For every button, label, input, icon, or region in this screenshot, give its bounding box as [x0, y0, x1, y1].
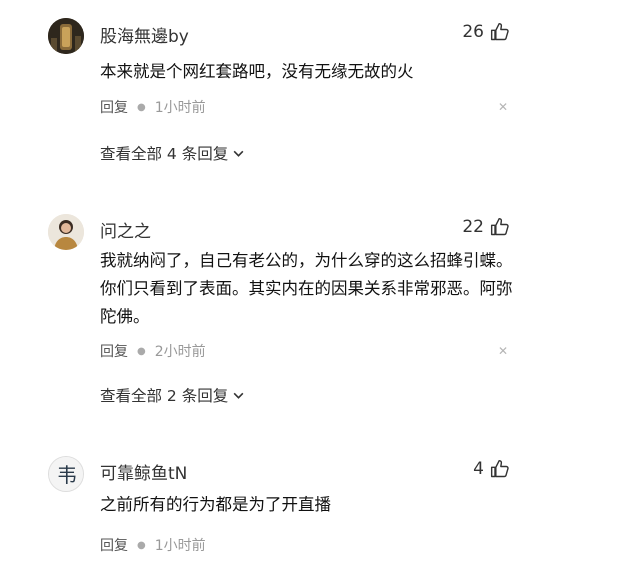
like-count: 22: [462, 217, 484, 237]
thumbs-up-icon: [490, 217, 509, 236]
separator-dot: ●: [137, 101, 146, 113]
timestamp: 1小时前: [154, 100, 206, 116]
username[interactable]: 问之之: [100, 217, 151, 242]
like-button[interactable]: 26: [462, 22, 510, 42]
reply-button[interactable]: 回复: [100, 97, 128, 117]
like-button[interactable]: 22: [462, 217, 510, 237]
close-icon[interactable]: ✕: [498, 344, 508, 358]
chevron-down-icon: [233, 392, 244, 399]
comment-meta: 回复 ● 1小时前: [100, 535, 206, 555]
comment-text: 我就纳闷了，自己有老公的，为什么穿的这么招蜂引蝶。你们只看到了表面。其实内在的因…: [100, 251, 513, 326]
expand-replies-button[interactable]: 查看全部 2 条回复: [100, 384, 245, 406]
timestamp: 2小时前: [154, 344, 206, 360]
avatar[interactable]: [48, 214, 84, 250]
avatar-image: [48, 18, 84, 54]
avatar-glyph: 韦: [57, 463, 77, 487]
separator-dot: ●: [137, 539, 146, 551]
thumbs-up-icon: [490, 22, 509, 41]
avatar-image: 韦: [49, 457, 83, 491]
comment-text: 本来就是个网红套路吧，没有无缘无故的火: [100, 62, 414, 81]
username[interactable]: 可靠鲸鱼tN: [100, 459, 187, 484]
expand-replies-label: 查看全部 2 条回复: [100, 387, 229, 405]
expand-replies-label: 查看全部 4 条回复: [100, 145, 229, 163]
like-button[interactable]: 4: [473, 459, 510, 479]
like-count: 26: [462, 22, 484, 42]
username[interactable]: 股海無邊by: [100, 22, 189, 47]
avatar-image: [48, 214, 84, 250]
reply-button[interactable]: 回复: [100, 341, 128, 361]
like-count: 4: [473, 459, 484, 479]
separator-dot: ●: [137, 345, 146, 357]
reply-button[interactable]: 回复: [100, 535, 128, 555]
comment-meta: 回复 ● 1小时前: [100, 97, 206, 117]
avatar[interactable]: 韦: [48, 456, 84, 492]
chevron-down-icon: [233, 150, 244, 157]
avatar[interactable]: [48, 18, 84, 54]
comment-text: 之前所有的行为都是为了开直播: [100, 495, 331, 514]
thumbs-up-icon: [490, 459, 509, 478]
timestamp: 1小时前: [154, 538, 206, 554]
comment-meta: 回复 ● 2小时前: [100, 341, 206, 361]
close-icon[interactable]: ✕: [498, 100, 508, 114]
expand-replies-button[interactable]: 查看全部 4 条回复: [100, 142, 245, 164]
